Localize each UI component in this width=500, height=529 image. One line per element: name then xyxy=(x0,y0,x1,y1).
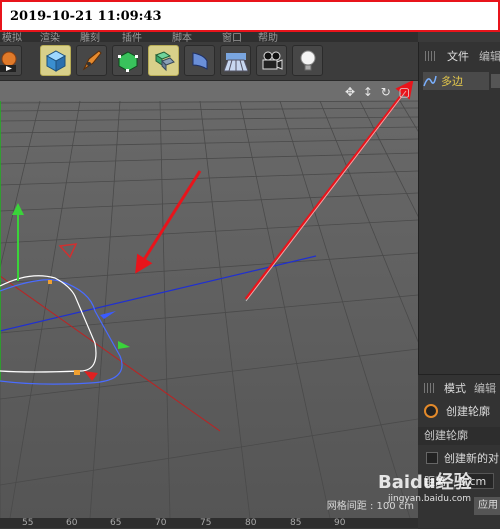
floor-icon xyxy=(224,53,248,72)
timestamp-banner: 2019-10-21 11:09:43 xyxy=(0,0,500,32)
menu-edit[interactable]: 编辑 xyxy=(474,380,496,396)
watermark-url: jingyan.baidu.com xyxy=(388,494,472,504)
panel-grip-icon[interactable] xyxy=(424,383,436,393)
object-row-spline[interactable]: 多边 xyxy=(423,72,489,90)
ruler-tick: 80 xyxy=(245,518,257,528)
camera-button[interactable] xyxy=(256,45,287,76)
viewport-nav-controls[interactable]: ✥ ↕ ↻ ▢ xyxy=(345,85,412,99)
ruler-tick: 75 xyxy=(200,518,212,528)
array-icon xyxy=(154,51,175,72)
pen-button[interactable] xyxy=(76,45,107,76)
active-tool-name: 创建轮廓 xyxy=(446,405,490,418)
menu-item[interactable]: 窗口 xyxy=(222,32,242,42)
ruler-tick: 90 xyxy=(334,518,346,528)
menu-item[interactable]: 渲染 xyxy=(40,32,60,42)
create-new-object-row[interactable]: 创建新的对 xyxy=(426,450,499,466)
spline-point[interactable] xyxy=(74,370,80,375)
attribute-manager-tabs: 模式 编辑 xyxy=(418,379,500,397)
menu-bar: 模拟 渲染 雕刻 插件 脚本 窗口 帮助 xyxy=(0,32,418,42)
spline-point[interactable] xyxy=(48,280,52,284)
ruler-tick: 85 xyxy=(290,518,302,528)
section-title[interactable]: 创建轮廓 xyxy=(418,427,500,445)
perspective-viewport[interactable]: ✥ ↕ ↻ ▢ 网格间距 : 100 cm xyxy=(0,81,418,518)
panel-grip-icon[interactable] xyxy=(425,51,437,61)
cube-icon xyxy=(45,50,67,72)
create-new-object-checkbox[interactable] xyxy=(426,452,438,464)
create-outline-icon xyxy=(424,404,438,418)
render-settings-button[interactable] xyxy=(0,45,22,76)
main-toolbar xyxy=(0,42,418,81)
menu-item[interactable]: 模拟 xyxy=(2,32,22,42)
ruler-tick: 70 xyxy=(155,518,167,528)
active-tool-row: 创建轮廓 xyxy=(424,403,490,419)
spline-icon xyxy=(423,75,437,87)
menu-mode[interactable]: 模式 xyxy=(444,380,466,396)
timeline-ruler[interactable]: 55 60 65 70 75 80 85 90 xyxy=(0,518,418,528)
render-settings-icon xyxy=(0,51,17,72)
menu-item[interactable]: 脚本 xyxy=(172,32,192,42)
viewport-canvas[interactable] xyxy=(0,81,418,518)
timestamp-text: 2019-10-21 11:09:43 xyxy=(10,8,162,24)
light-icon xyxy=(300,50,316,71)
menu-item[interactable]: 插件 xyxy=(122,32,142,42)
array-button[interactable] xyxy=(148,45,179,76)
ruler-tick: 60 xyxy=(66,518,78,528)
deformer-icon xyxy=(192,52,208,70)
object-manager-tabs: 文件 编辑 xyxy=(419,44,500,68)
ruler-tick: 65 xyxy=(110,518,122,528)
object-name[interactable]: 多边 xyxy=(441,73,463,89)
pen-icon xyxy=(82,50,102,71)
object-tag-slot[interactable] xyxy=(491,74,500,88)
create-new-object-label: 创建新的对 xyxy=(444,452,499,465)
menu-file[interactable]: 文件 xyxy=(447,48,469,64)
camera-icon xyxy=(262,51,283,70)
attribute-manager-panel: 模式 编辑 创建轮廓 创建轮廓 创建新的对 距离 5 cm 应用 xyxy=(418,374,500,529)
floor-button[interactable] xyxy=(220,45,251,76)
deformer-button[interactable] xyxy=(184,45,215,76)
subdivision-button[interactable] xyxy=(112,45,143,76)
menu-item[interactable]: 雕刻 xyxy=(80,32,100,42)
cube-button[interactable] xyxy=(40,45,71,76)
menu-item[interactable]: 帮助 xyxy=(258,32,278,42)
light-button[interactable] xyxy=(292,45,323,76)
menu-edit[interactable]: 编辑 xyxy=(479,48,500,64)
apply-button[interactable]: 应用 xyxy=(474,497,500,515)
subdivision-icon xyxy=(118,51,138,72)
ruler-tick: 55 xyxy=(22,518,34,528)
baidu-watermark: Baidu经验 xyxy=(378,472,472,493)
